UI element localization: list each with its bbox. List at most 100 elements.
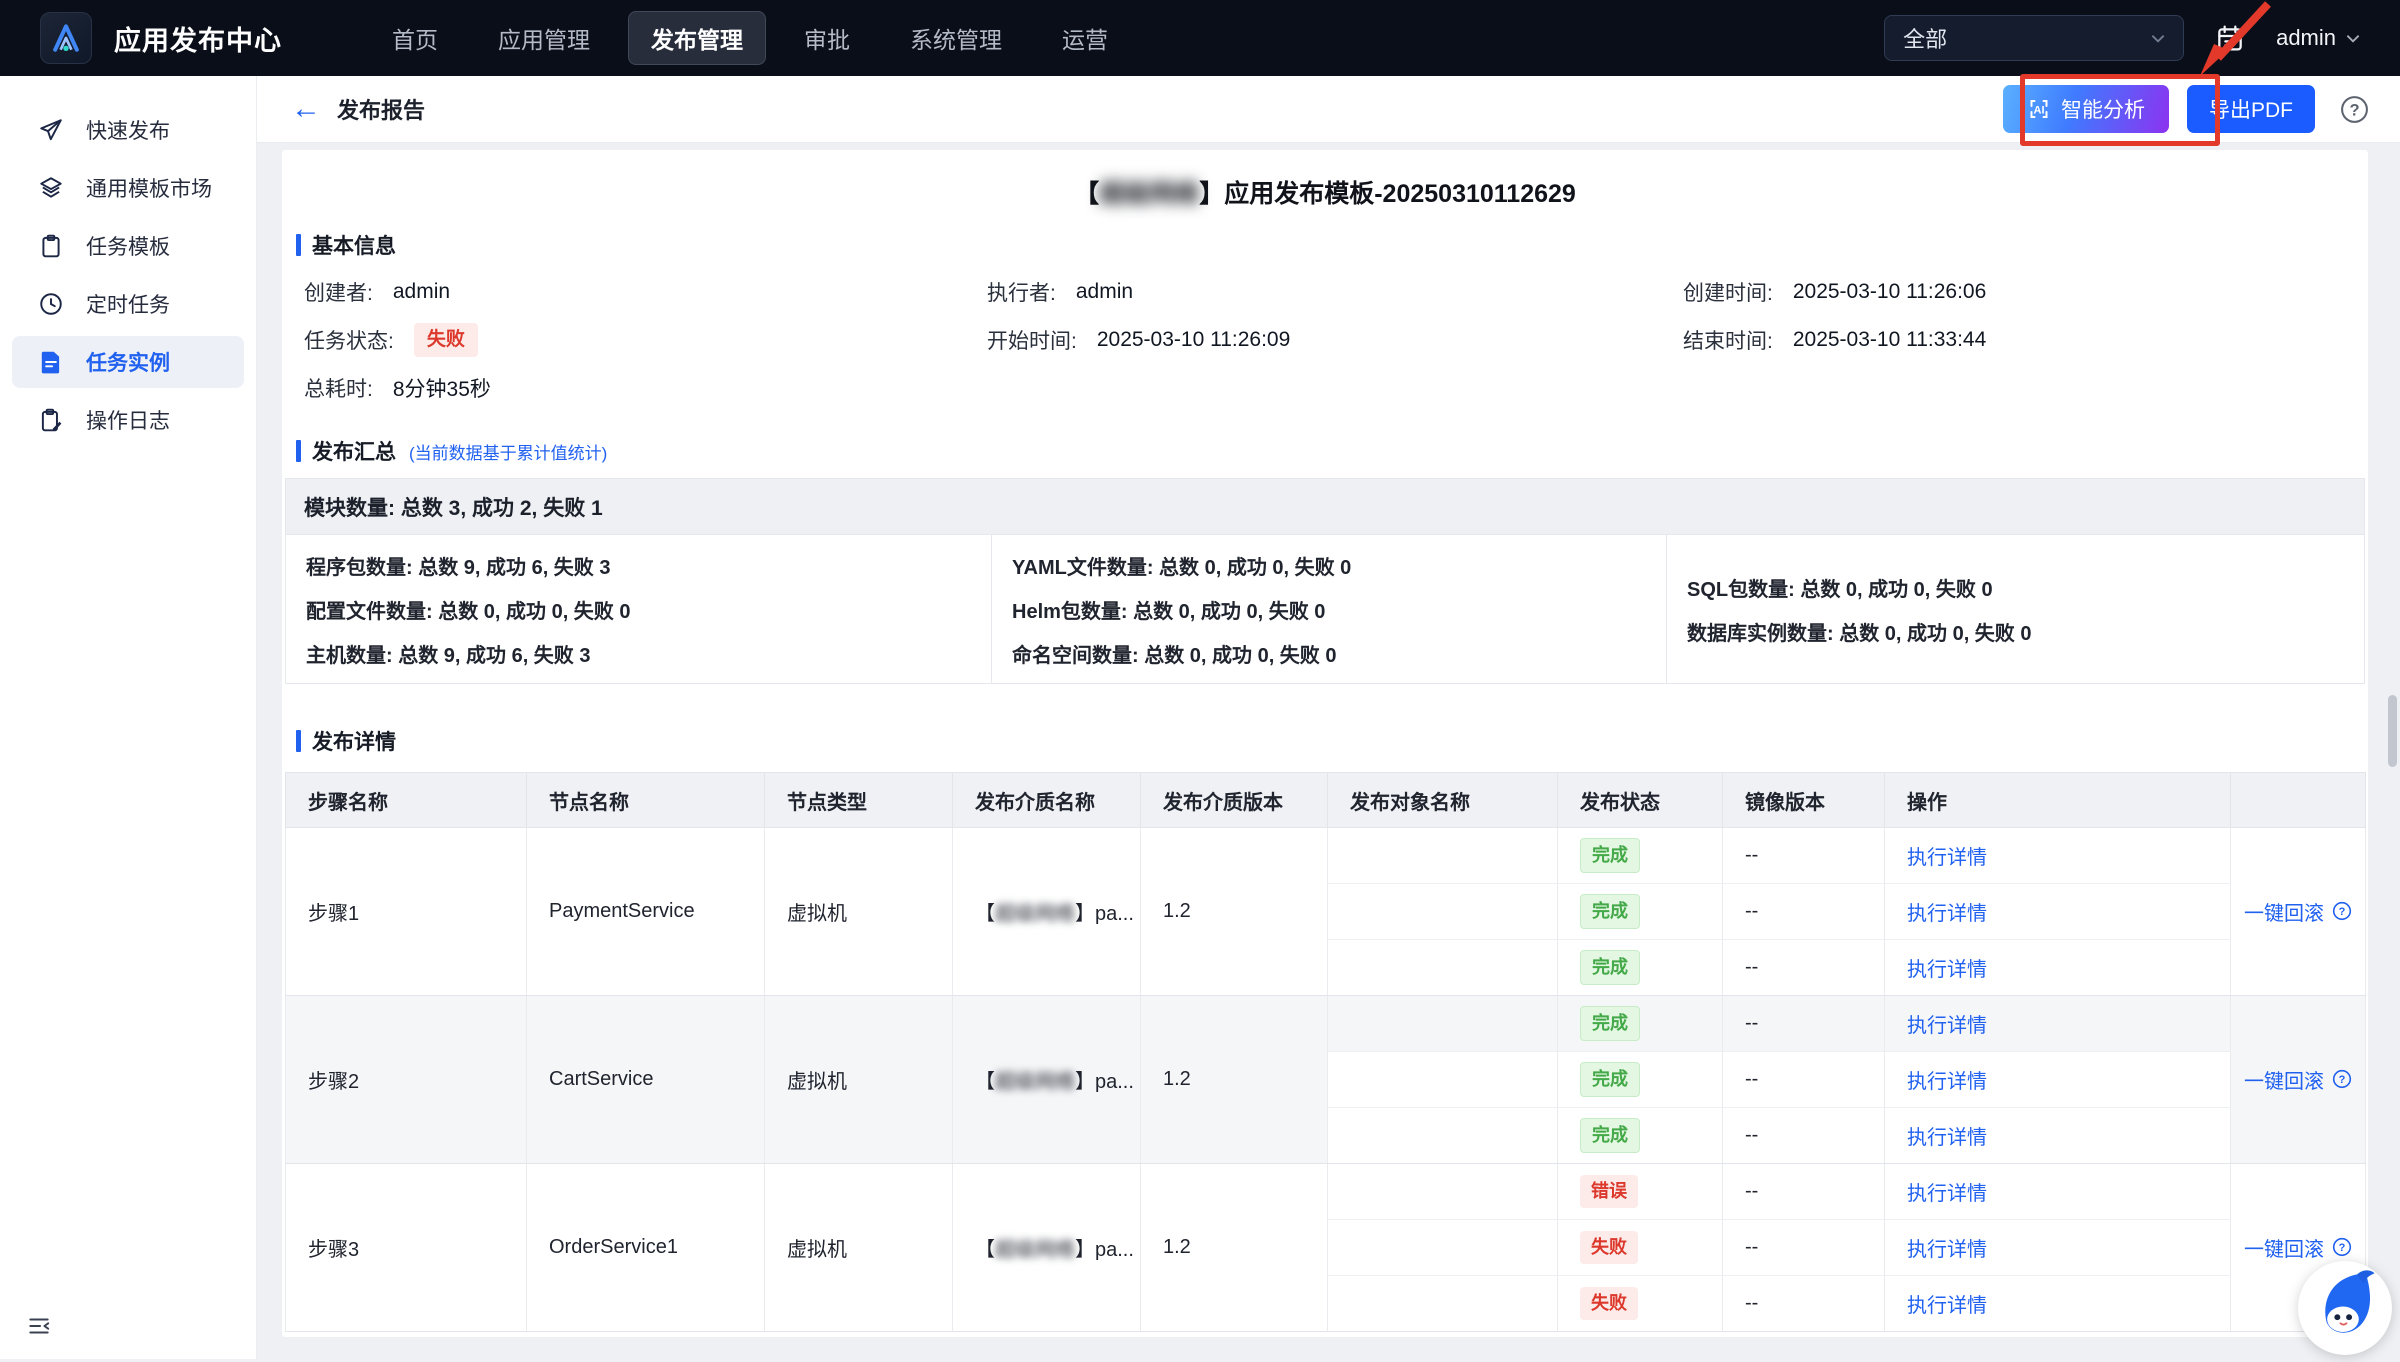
execution-detail-link[interactable]: 执行详情 [1907,903,1987,925]
scrollbar-thumb[interactable] [2388,695,2397,767]
media-suffix: pa... [1095,1239,1134,1261]
execution-detail-link[interactable]: 执行详情 [1907,1071,1987,1093]
user-menu[interactable]: admin [2276,25,2360,51]
image-version-cell: -- [1723,828,1885,884]
field-value: 8分钟35秒 [393,373,491,403]
action-cell: 执行详情 [1885,1164,2231,1220]
basic-info-grid: 创建者:admin任务状态:失败总耗时:8分钟35秒执行者:admin开始时间:… [282,268,2368,412]
sidebar-item-4[interactable]: 定时任务 [12,278,244,330]
nav-item-1[interactable]: 首页 [370,12,460,64]
target-name-cell [1328,996,1558,1052]
node-name-cell: OrderService1 [527,1164,765,1332]
image-version-cell: -- [1723,1164,1885,1220]
sidebar-item-2[interactable]: 通用模板市场 [12,162,244,214]
rollback-cell: 一键回滚? [2231,828,2366,996]
summary-column-2: YAML文件数量: 总数 0, 成功 0, 失败 0Helm包数量: 总数 0,… [992,535,1667,683]
collapse-sidebar-icon[interactable] [26,1313,52,1339]
nav-item-5[interactable]: 系统管理 [888,12,1024,64]
nav-item-4[interactable]: 审批 [782,12,872,64]
target-name-cell [1328,1164,1558,1220]
execution-detail-link[interactable]: 执行详情 [1907,1015,1987,1037]
ai-analysis-button[interactable]: AI 智能分析 [2003,85,2169,133]
action-cell: 执行详情 [1885,1276,2231,1332]
info-column-2: 执行者:admin开始时间:2025-03-10 11:26:09 [987,268,1683,412]
bracket: 【 [975,1071,995,1093]
sidebar: 快速发布通用模板市场任务模板定时任务任务实例操作日志 [0,76,257,1359]
heading-bar [296,234,301,256]
sidebar-item-1[interactable]: 快速发布 [12,104,244,156]
assistant-mascot-icon[interactable] [2296,1259,2394,1357]
page-header: ← 发布报告 AI 智能分析 导出PDF ? [257,76,2400,142]
column-header: 节点类型 [765,773,953,828]
scope-select[interactable]: 全部 [1884,15,2184,61]
main-nav-menu: 首页应用管理发布管理审批系统管理运营 [370,11,1130,65]
info-field: 总耗时:8分钟35秒 [304,364,987,412]
execution-detail-link[interactable]: 执行详情 [1907,959,1987,981]
sidebar-item-5[interactable]: 任务实例 [12,336,244,388]
nav-item-2[interactable]: 应用管理 [476,12,612,64]
status-badge: 完成 [1580,950,1640,984]
scope-select-value: 全部 [1903,22,1947,54]
execution-detail-link[interactable]: 执行详情 [1907,1239,1987,1261]
image-version-cell: -- [1723,940,1885,996]
back-arrow-icon[interactable]: ← [291,94,321,124]
execution-detail-link[interactable]: 执行详情 [1907,847,1987,869]
paper-plane-icon [38,117,64,143]
chevron-down-icon [2346,34,2360,43]
bracket: 】 [1075,1239,1095,1261]
section-heading-basic-info: 基本信息 [296,232,2368,258]
media-version-cell: 1.2 [1141,828,1328,996]
field-value: 2025-03-10 11:26:06 [1793,280,1986,304]
sidebar-item-6[interactable]: 操作日志 [12,394,244,446]
svg-text:?: ? [2339,906,2346,918]
question-circle-icon[interactable]: ? [2332,1236,2352,1259]
export-pdf-button[interactable]: 导出PDF [2187,85,2315,133]
chevron-down-icon [2151,34,2165,43]
info-field: 执行者:admin [987,268,1683,316]
masked-text: 超级网络 [995,903,1075,925]
sidebar-item-label: 任务实例 [86,347,170,377]
execution-detail-link[interactable]: 执行详情 [1907,1127,1987,1149]
clock-icon [38,291,64,317]
field-label: 创建者: [304,277,373,307]
nav-item-3[interactable]: 发布管理 [628,11,766,65]
sidebar-item-label: 快速发布 [86,115,170,145]
rollback-cell: 一键回滚? [2231,996,2366,1164]
report-title: 【超级网络】应用发布模板-20250310112629 [282,150,2368,214]
status-badge: 完成 [1580,1118,1640,1152]
nav-item-6[interactable]: 运营 [1040,12,1130,64]
target-name-cell [1328,1220,1558,1276]
calendar-notes-icon[interactable] [2214,22,2246,54]
step-name-cell: 步骤2 [286,996,527,1164]
rollback-link[interactable]: 一键回滚 [2244,897,2324,926]
field-value: 2025-03-10 11:26:09 [1097,328,1290,352]
image-version-cell: -- [1723,884,1885,940]
svg-text:?: ? [2349,100,2359,119]
status-badge: 失败 [414,323,478,357]
execution-detail-link[interactable]: 执行详情 [1907,1295,1987,1317]
status-badge: 错误 [1580,1175,1638,1207]
layers-icon [38,175,64,201]
table-row: 步骤2CartService虚拟机【超级网络】pa...1.2完成--执行详情一… [286,996,2366,1052]
question-circle-icon[interactable]: ? [2332,900,2352,923]
help-icon[interactable]: ? [2339,94,2370,125]
execution-detail-link[interactable]: 执行详情 [1907,1183,1987,1205]
summary-column-1: 程序包数量: 总数 9, 成功 6, 失败 3配置文件数量: 总数 0, 成功 … [286,535,992,683]
rollback-link[interactable]: 一键回滚 [2244,1065,2324,1094]
action-cell: 执行详情 [1885,1052,2231,1108]
field-label: 结束时间: [1683,325,1773,355]
column-header: 镜像版本 [1723,773,1885,828]
target-name-cell [1328,1276,1558,1332]
release-details-table: 步骤名称节点名称节点类型发布介质名称发布介质版本发布对象名称发布状态镜像版本操作… [285,772,2366,1332]
question-circle-icon[interactable]: ? [2332,1068,2352,1091]
info-field: 任务状态:失败 [304,316,987,364]
column-header: 步骤名称 [286,773,527,828]
node-type-cell: 虚拟机 [765,996,953,1164]
node-type-cell: 虚拟机 [765,1164,953,1332]
status-badge: 完成 [1580,1062,1640,1096]
summary-line: Helm包数量: 总数 0, 成功 0, 失败 0 [1012,587,1666,631]
summary-line: 主机数量: 总数 9, 成功 6, 失败 3 [306,631,991,675]
target-name-cell [1328,1052,1558,1108]
sidebar-item-3[interactable]: 任务模板 [12,220,244,272]
rollback-link[interactable]: 一键回滚 [2244,1233,2324,1262]
